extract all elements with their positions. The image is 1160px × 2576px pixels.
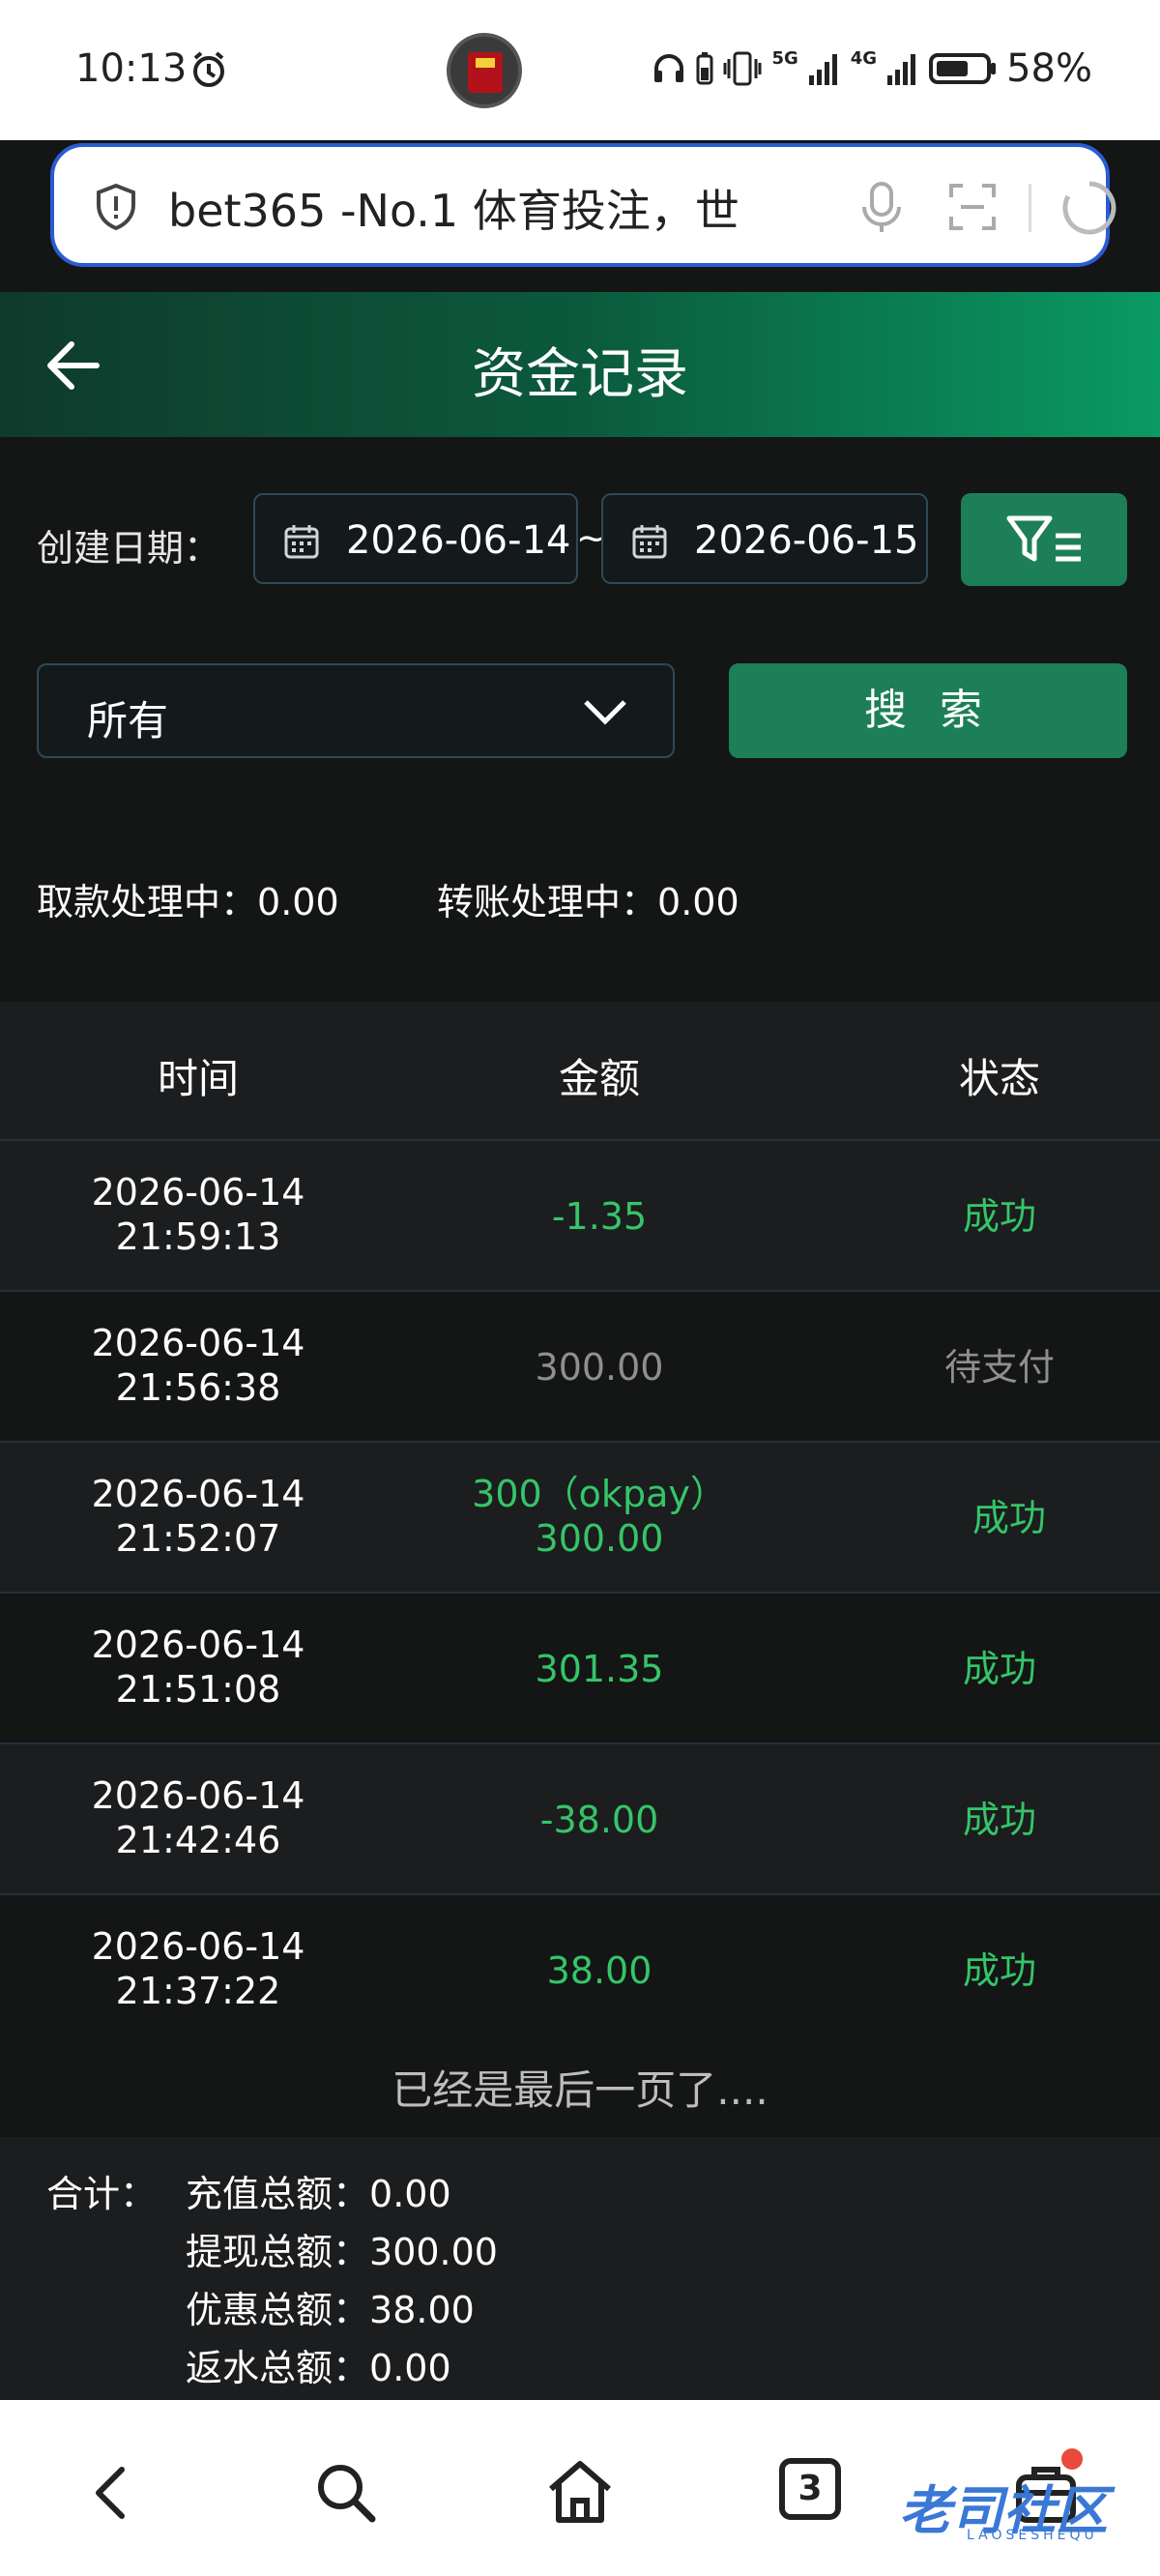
start-date-picker[interactable]: 2026-06-14 [253, 493, 578, 584]
column-header-amount: 金额 [558, 1055, 640, 1102]
table-row[interactable]: 2026-06-14 21:52:07 300（okpay） 300.00 成功 [0, 1443, 1160, 1594]
headphone-icon [654, 54, 684, 82]
home-icon[interactable] [541, 2454, 619, 2532]
withdraw-processing-label: 取款处理中： [37, 881, 258, 923]
end-date-picker[interactable]: 2026-06-15 [601, 493, 928, 584]
calendar-icon [284, 525, 319, 559]
withdraw-processing: 取款处理中：0.00 [37, 872, 339, 925]
browser-back-icon[interactable] [75, 2454, 153, 2532]
divider [1029, 184, 1031, 232]
table-header: 时间 金额 状态 [0, 1002, 1160, 1141]
network-4g-label: 4G [850, 48, 878, 69]
row-time: 2026-06-14 21:42:46 [91, 1774, 305, 1861]
end-of-list-message: 已经是最后一页了.... [0, 2044, 1160, 2137]
summary-panel: 合计： 充值总额：0.00 提现总额：300.00 优惠总额：38.00 返水总… [0, 2137, 1160, 2400]
row-time: 2026-06-14 21:51:08 [91, 1624, 305, 1711]
row-time: 2026-06-14 21:52:07 [91, 1473, 305, 1560]
tabs-count-button[interactable]: 3 [779, 2458, 841, 2520]
end-date-value: 2026-06-15 [694, 518, 919, 563]
table-row[interactable]: 2026-06-14 21:51:08 301.35 成功 [0, 1594, 1160, 1744]
summary-label: 合计： [46, 2173, 158, 2215]
filter-icon [1006, 515, 1081, 562]
row-amount: 301.35 [535, 1648, 664, 1690]
loading-icon[interactable] [1059, 178, 1119, 238]
notification-dot [1061, 2448, 1083, 2470]
scan-icon[interactable] [947, 182, 998, 232]
watermark-subtext: LAOSESHEQU [967, 2528, 1098, 2543]
row-status: 成功 [972, 1497, 1046, 1539]
page-title: 资金记录 [472, 343, 688, 406]
search-icon[interactable] [307, 2454, 385, 2532]
transfer-processing: 转账处理中：0.00 [437, 872, 740, 925]
filter-panel: 创建日期： 2026-06-14 ~ 2026-06-15 所有 搜 索 取款处… [0, 437, 1160, 1002]
status-bar: 10:13 5G 4G 58% [0, 0, 1160, 140]
signal-icon [808, 54, 837, 85]
row-amount: -38.00 [539, 1799, 659, 1841]
summary-bonus-total: 优惠总额：38.00 [186, 2289, 475, 2331]
signal-icon [887, 54, 916, 85]
row-status: 成功 [962, 1195, 1036, 1238]
page-header: 资金记录 [0, 292, 1160, 437]
table-row[interactable]: 2026-06-14 21:42:46 -38.00 成功 [0, 1744, 1160, 1895]
records-table: 时间 金额 状态 2026-06-14 21:59:13 -1.35 成功 202… [0, 1002, 1160, 2046]
shield-icon[interactable] [91, 182, 141, 232]
column-header-status: 状态 [958, 1055, 1040, 1102]
row-status: 成功 [962, 1799, 1036, 1841]
start-date-value: 2026-06-14 [346, 518, 571, 563]
chevron-down-icon [584, 700, 626, 725]
row-amount: 38.00 [546, 1949, 652, 1992]
browser-bottom-nav: 3 老司社区 LAOSESHEQU [0, 2400, 1160, 2576]
row-amount-value: 300.00 [535, 1517, 664, 1560]
transfer-processing-label: 转账处理中： [437, 881, 658, 923]
url-text[interactable]: bet365 -No.1 体育投注，世 [168, 176, 845, 240]
row-status: 待支付 [943, 1346, 1055, 1389]
row-status: 成功 [962, 1648, 1036, 1690]
row-amount: -1.35 [551, 1195, 648, 1238]
clock: 10:13 [75, 46, 188, 91]
calendar-icon [632, 525, 667, 559]
notification-app-icon [447, 33, 522, 108]
row-amount-channel: 300（okpay） [472, 1473, 727, 1515]
summary-withdraw-total: 提现总额：300.00 [186, 2231, 498, 2273]
vibrate-icon [723, 51, 762, 86]
date-label: 创建日期： [37, 527, 221, 570]
row-time: 2026-06-14 21:37:22 [91, 1925, 305, 2012]
microphone-icon[interactable] [855, 180, 909, 234]
record-type-value: 所有 [87, 697, 169, 745]
table-row[interactable]: 2026-06-14 21:59:13 -1.35 成功 [0, 1141, 1160, 1292]
battery-percent: 58% [1006, 46, 1092, 91]
withdraw-processing-value: 0.00 [257, 881, 339, 923]
table-row[interactable]: 2026-06-14 21:56:38 300.00 待支付 [0, 1292, 1160, 1443]
search-button[interactable]: 搜 索 [729, 663, 1127, 758]
table-row[interactable]: 2026-06-14 21:37:22 38.00 成功 [0, 1895, 1160, 2046]
summary-deposit-total: 充值总额：0.00 [186, 2173, 451, 2215]
battery-icon [929, 53, 997, 84]
row-time: 2026-06-14 21:56:38 [91, 1322, 305, 1409]
column-header-time: 时间 [157, 1055, 239, 1102]
alarm-icon [193, 51, 224, 87]
row-amount: 300.00 [535, 1346, 664, 1389]
row-amount: 300（okpay） 300.00 [454, 1472, 744, 1561]
record-type-select[interactable]: 所有 [37, 663, 675, 758]
transfer-processing-value: 0.00 [657, 881, 740, 923]
row-status: 成功 [962, 1949, 1036, 1992]
row-time: 2026-06-14 21:59:13 [91, 1171, 305, 1258]
summary-rebate-total: 返水总额：0.00 [186, 2347, 451, 2389]
address-bar[interactable]: bet365 -No.1 体育投注，世 [50, 143, 1116, 267]
headphone-battery-icon [696, 52, 713, 85]
filter-button[interactable] [961, 493, 1127, 586]
network-5g-label: 5G [771, 48, 798, 69]
